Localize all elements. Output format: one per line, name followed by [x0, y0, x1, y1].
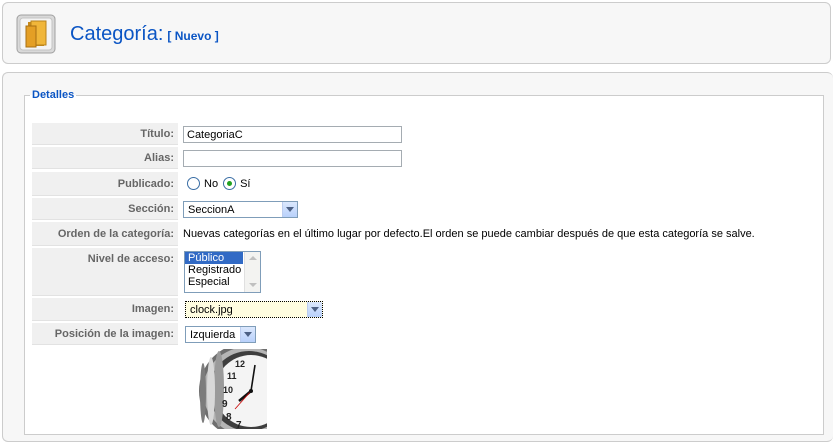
svg-text:9: 9 — [222, 399, 228, 410]
svg-text:7: 7 — [236, 420, 242, 429]
acceso-label: Nivel de acceso: — [32, 248, 178, 296]
imagen-dropdown-icon[interactable] — [307, 302, 322, 317]
acceso-listbox[interactable]: Público Registrado Especial — [184, 251, 261, 293]
titulo-input[interactable] — [183, 126, 402, 143]
toolbar-header: Categoría:[ Nuevo ] — [2, 2, 831, 64]
svg-text:8: 8 — [226, 412, 232, 423]
seccion-value: SeccionA — [188, 204, 235, 216]
posicion-dropdown-icon[interactable] — [240, 327, 255, 342]
posicion-label: Posición de la imagen: — [32, 323, 178, 345]
scroll-down-icon[interactable] — [245, 279, 260, 292]
seccion-dropdown-icon[interactable] — [282, 202, 297, 217]
svg-text:12: 12 — [235, 359, 245, 369]
publicado-no-label: No — [204, 178, 219, 190]
publicado-no-radio[interactable] — [187, 176, 200, 190]
main-panel: Detalles Título: Alias: Publicado: No — [2, 72, 833, 442]
clock-image: 12 11 10 9 8 7 — [189, 349, 267, 429]
svg-text:11: 11 — [227, 371, 237, 381]
details-fieldset: Detalles Título: Alias: Publicado: No — [24, 89, 824, 435]
acceso-scrollbar[interactable] — [244, 252, 260, 292]
alias-input[interactable] — [183, 150, 402, 167]
svg-text:10: 10 — [223, 385, 233, 395]
orden-text: Nuevas categorías en el último lugar por… — [183, 228, 755, 240]
imagen-value: clock.jpg — [190, 304, 233, 316]
seccion-select[interactable]: SeccionA — [183, 201, 298, 218]
category-folder-icon — [16, 14, 56, 54]
posicion-value: Izquierda — [190, 329, 236, 341]
imagen-label: Imagen: — [32, 298, 178, 321]
page-title: Categoría:[ Nuevo ] — [70, 22, 219, 48]
details-legend: Detalles — [32, 89, 75, 101]
imagen-select[interactable]: clock.jpg — [185, 301, 323, 318]
publicado-radio-group: No Sí — [187, 176, 255, 190]
publicado-label: Publicado: — [32, 172, 178, 196]
posicion-select[interactable]: Izquierda — [185, 326, 256, 343]
publicado-si-label: Sí — [240, 178, 251, 190]
scroll-up-icon[interactable] — [245, 252, 260, 265]
page-title-text: Categoría: — [70, 23, 164, 45]
page-status-badge: [ Nuevo ] — [167, 29, 219, 43]
acceso-option-publico[interactable]: Público — [185, 252, 243, 264]
titulo-label: Título: — [32, 123, 178, 145]
alias-label: Alias: — [32, 147, 178, 169]
publicado-si-radio[interactable] — [223, 176, 237, 190]
orden-label: Orden de la categoría: — [32, 222, 178, 246]
seccion-label: Sección: — [32, 198, 178, 220]
